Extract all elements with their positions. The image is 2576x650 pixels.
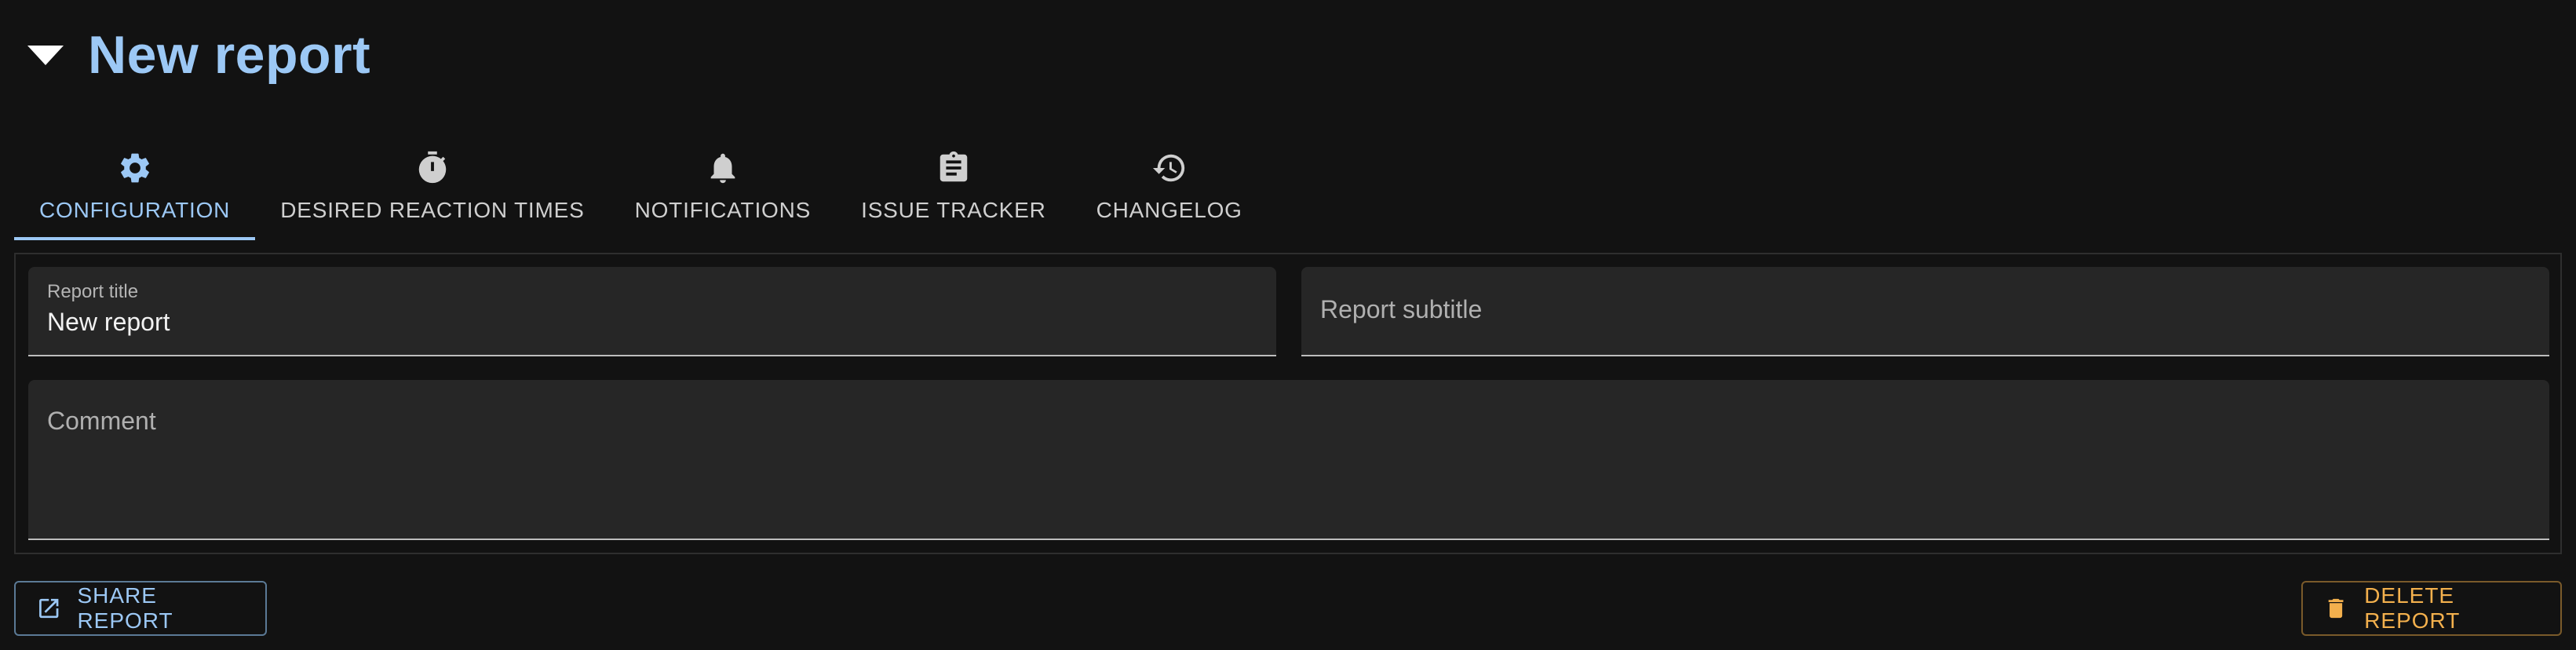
tab-configuration[interactable]: CONFIGURATION bbox=[14, 133, 256, 240]
comment-field[interactable]: Comment bbox=[28, 380, 2549, 540]
trash-icon bbox=[2328, 598, 2344, 619]
configuration-panel: Report title New report Report subtitle … bbox=[14, 253, 2562, 554]
open-in-new-icon bbox=[39, 598, 59, 619]
page-title: New report bbox=[88, 25, 371, 85]
report-subtitle-field[interactable]: Report subtitle bbox=[1301, 267, 2549, 356]
comment-placeholder: Comment bbox=[47, 407, 156, 435]
tab-changelog[interactable]: CHANGELOG bbox=[1071, 133, 1268, 240]
tab-label: NOTIFICATIONS bbox=[634, 198, 812, 222]
report-title-label: Report title bbox=[47, 281, 139, 302]
delete-report-button[interactable]: DELETE REPORT bbox=[2301, 581, 2562, 636]
tab-label: ISSUE TRACKER bbox=[861, 198, 1046, 222]
tab-label: DESIRED REACTION TIMES bbox=[280, 198, 585, 222]
tab-notifications[interactable]: NOTIFICATIONS bbox=[610, 133, 837, 240]
tab-issue-tracker[interactable]: ISSUE TRACKER bbox=[836, 133, 1071, 240]
bell-icon bbox=[704, 149, 742, 187]
share-report-label: SHARE REPORT bbox=[77, 583, 173, 633]
report-title-field[interactable]: Report title New report bbox=[28, 267, 1276, 356]
stopwatch-icon bbox=[414, 149, 451, 187]
report-subtitle-placeholder: Report subtitle bbox=[1320, 295, 1483, 323]
history-icon bbox=[1151, 149, 1188, 187]
share-report-button[interactable]: SHARE REPORT bbox=[14, 581, 267, 636]
clipboard-icon bbox=[935, 149, 972, 187]
tab-desired-reaction-times[interactable]: DESIRED REACTION TIMES bbox=[255, 133, 609, 240]
tab-label: CHANGELOG bbox=[1096, 198, 1242, 222]
tab-label: CONFIGURATION bbox=[39, 198, 231, 222]
report-title-input[interactable]: New report bbox=[47, 308, 170, 337]
collapse-caret-icon[interactable] bbox=[24, 33, 68, 77]
delete-report-label: DELETE REPORT bbox=[2364, 583, 2461, 633]
tab-bar: CONFIGURATION DESIRED REACTION TIMES NOT… bbox=[14, 133, 1268, 240]
report-header: New report bbox=[24, 16, 370, 94]
gear-icon bbox=[116, 149, 154, 187]
